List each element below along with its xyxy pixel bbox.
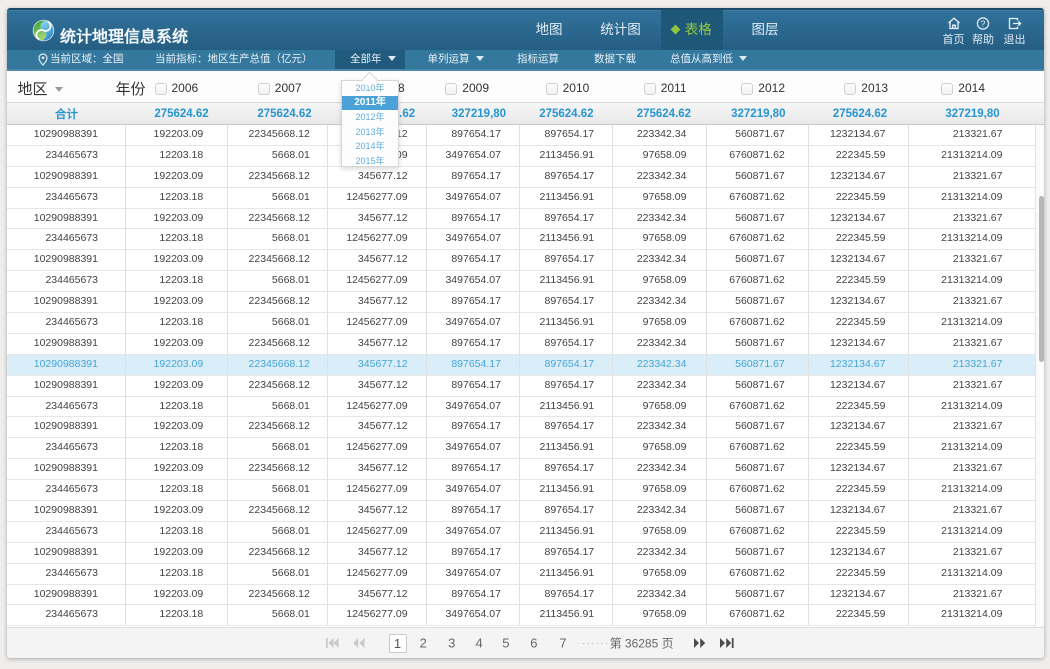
svg-text:?: ? <box>981 18 986 28</box>
